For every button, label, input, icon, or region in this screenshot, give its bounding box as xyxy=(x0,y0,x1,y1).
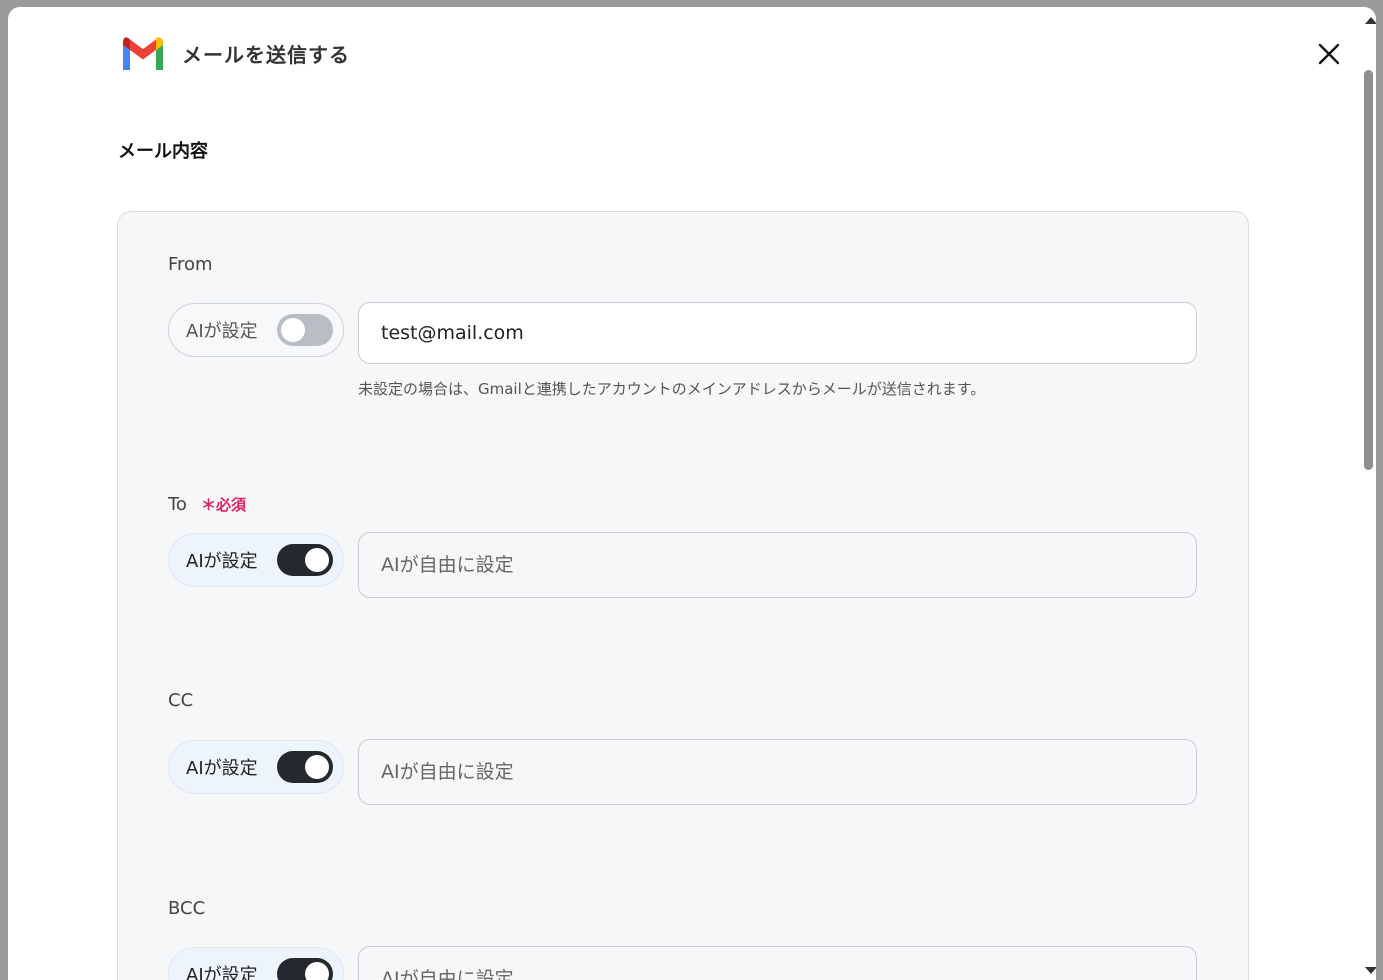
required-badge: ＊必須 xyxy=(200,496,246,514)
from-ai-switch[interactable] xyxy=(277,314,333,346)
to-ai-toggle[interactable]: AIが設定 xyxy=(168,533,344,587)
close-button[interactable] xyxy=(1314,39,1344,69)
from-ai-toggle[interactable]: AIが設定 xyxy=(168,303,344,357)
gmail-icon xyxy=(123,37,163,70)
cc-input[interactable] xyxy=(358,739,1197,805)
switch-knob xyxy=(305,962,329,980)
modal-header: メールを送信する xyxy=(120,29,350,77)
from-input[interactable] xyxy=(358,302,1197,364)
cc-ai-switch[interactable] xyxy=(277,751,333,783)
mail-content-panel: From AIが設定 未設定の場合は、Gmailと連携したアカウントのメインアド… xyxy=(117,211,1249,980)
bcc-ai-toggle[interactable]: AIが設定 xyxy=(168,947,344,980)
bcc-label: BCC xyxy=(168,898,206,919)
bcc-input[interactable] xyxy=(358,946,1197,980)
to-ai-label: AIが設定 xyxy=(186,551,258,572)
modal-title: メールを送信する xyxy=(182,42,350,67)
scroll-up-icon[interactable] xyxy=(1365,17,1376,24)
switch-knob xyxy=(281,318,305,342)
cc-ai-toggle[interactable]: AIが設定 xyxy=(168,740,344,794)
bcc-ai-switch[interactable] xyxy=(277,958,333,980)
from-label: From xyxy=(168,254,213,275)
bcc-ai-label: AIが設定 xyxy=(186,965,258,980)
section-title: メール内容 xyxy=(118,141,208,162)
to-input[interactable] xyxy=(358,532,1197,598)
to-label: To xyxy=(168,494,187,515)
cc-label: CC xyxy=(168,690,194,711)
switch-knob xyxy=(305,755,329,779)
send-mail-modal: メールを送信する メール内容 From AIが設定 未設定の場合は、Gmailと… xyxy=(8,7,1376,980)
to-ai-switch[interactable] xyxy=(277,544,333,576)
cc-ai-label: AIが設定 xyxy=(186,758,258,779)
scrollbar-thumb[interactable] xyxy=(1364,70,1373,470)
switch-knob xyxy=(305,548,329,572)
from-ai-label: AIが設定 xyxy=(186,321,258,342)
to-label-row: To ＊必須 xyxy=(168,494,246,515)
close-icon xyxy=(1318,43,1340,65)
from-hint: 未設定の場合は、Gmailと連携したアカウントのメインアドレスからメールが送信さ… xyxy=(358,380,986,398)
scroll-down-icon[interactable] xyxy=(1365,967,1376,974)
